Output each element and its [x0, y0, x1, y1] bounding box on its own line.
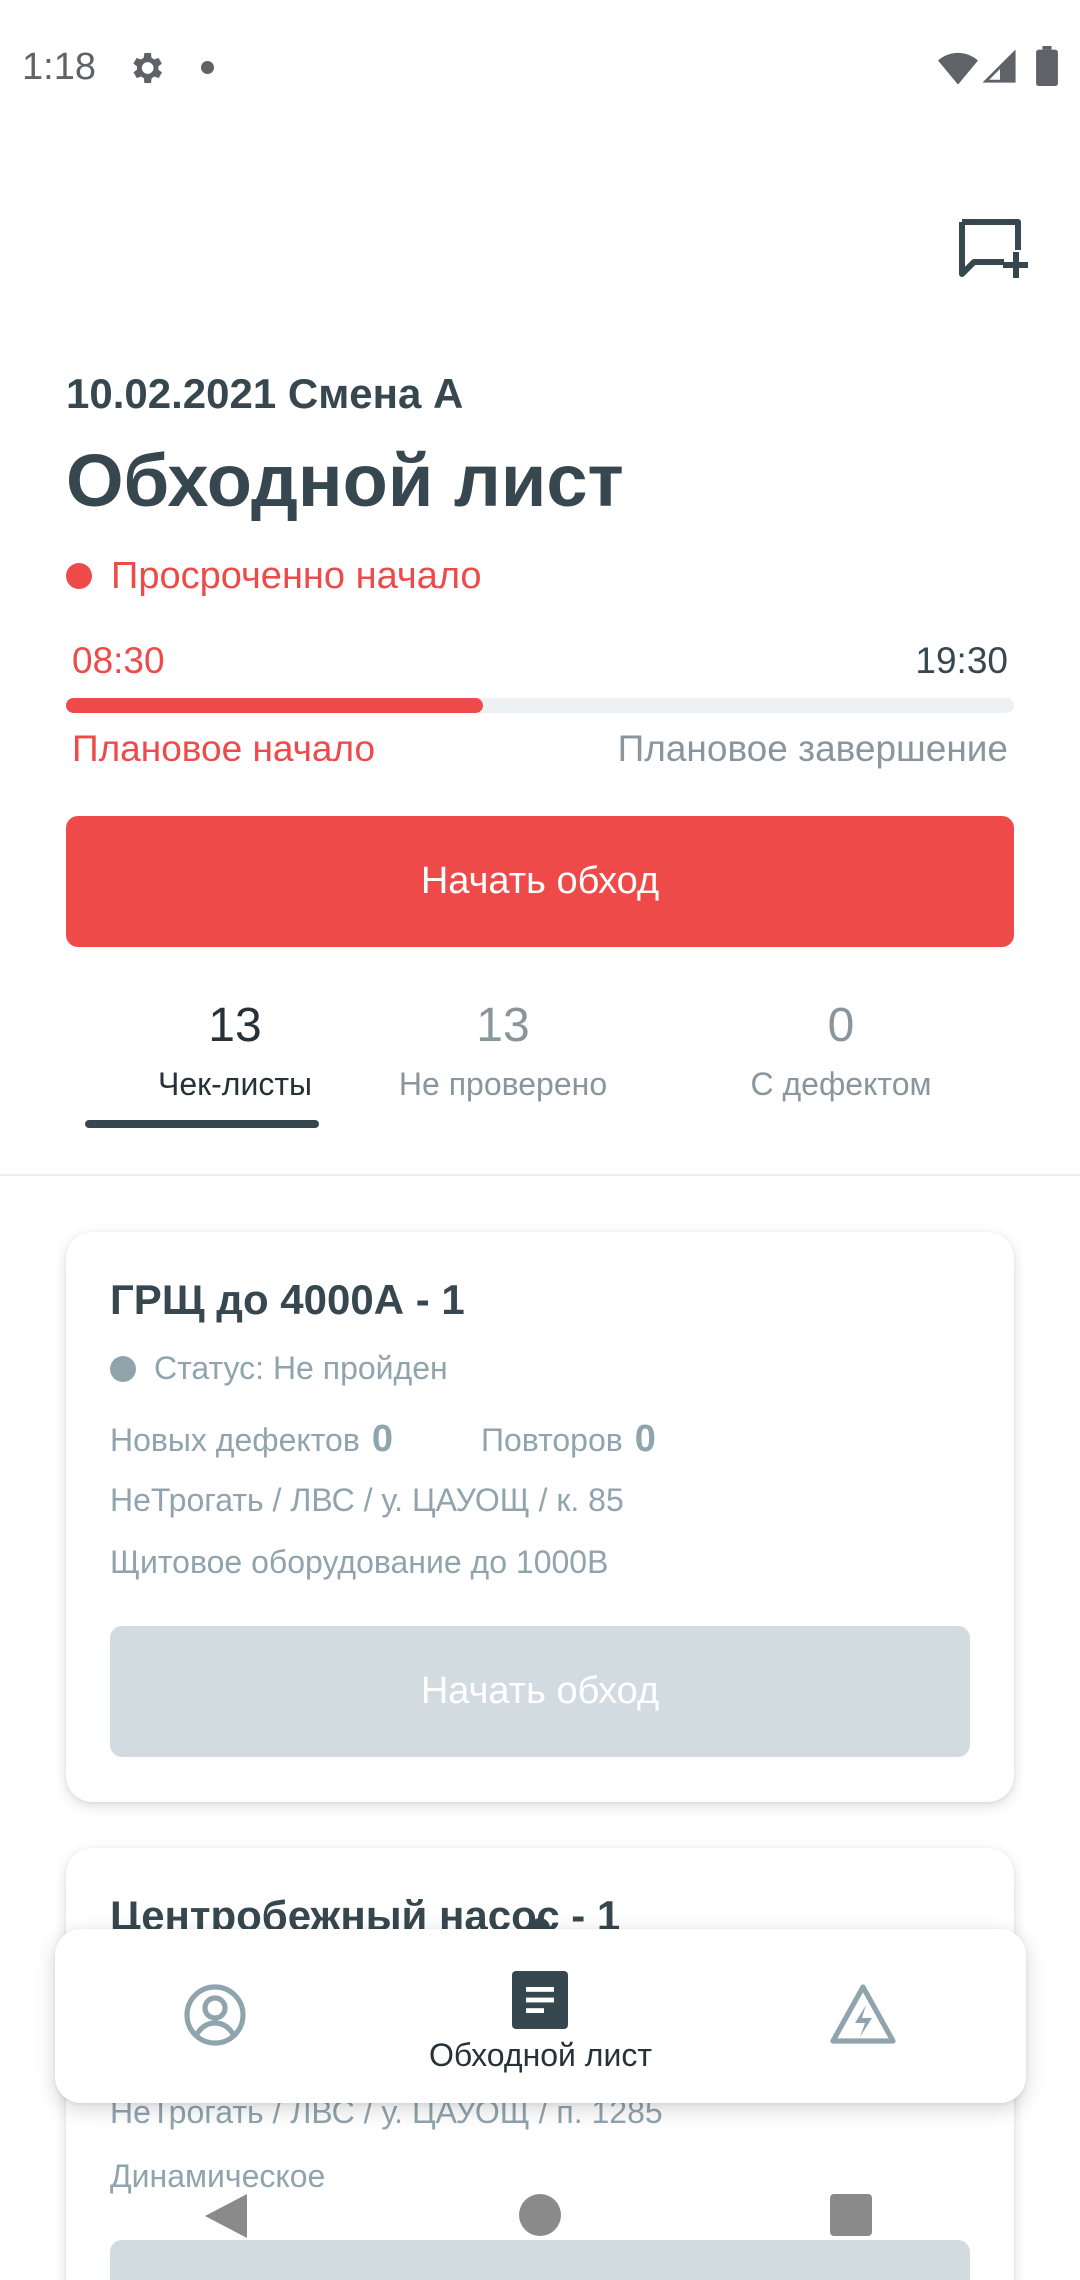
new-defects-count: 0	[371, 1418, 393, 1460]
status-time: 1:18	[22, 46, 96, 88]
checklist-card[interactable]: ГРЩ до 4000А - 1 Статус: Не пройден Новы…	[66, 1232, 1014, 1802]
wifi-icon	[938, 52, 978, 85]
time-progress-fill	[66, 698, 484, 713]
recent-apps-icon[interactable]	[830, 2194, 872, 2236]
overdue-status: Просроченно начало	[66, 553, 482, 599]
planned-end-time: 19:30	[915, 640, 1008, 681]
back-icon[interactable]	[205, 2194, 247, 2238]
settings-icon	[133, 53, 162, 83]
status-dot-icon	[66, 563, 92, 589]
add-comment-icon[interactable]	[958, 218, 1028, 280]
card-status-text: Статус: Не пройден	[154, 1350, 448, 1386]
active-tab-indicator	[85, 1120, 319, 1128]
status-dot-icon	[110, 1355, 136, 1382]
tab-with-defect[interactable]: 0 С дефектом	[672, 996, 1010, 1103]
planned-start-label: Плановое начало	[72, 728, 376, 769]
notification-dot-icon	[201, 61, 214, 74]
time-progress-bar	[66, 698, 1014, 713]
battery-icon	[1036, 46, 1058, 86]
tab-with-defect-label: С дефектом	[750, 1066, 932, 1102]
sheet-icon[interactable]	[512, 1971, 568, 2029]
card-start-round-button[interactable]: Начать обход	[110, 1626, 970, 1757]
status-bar: 1:18	[0, 0, 1080, 136]
start-round-button[interactable]: Начать обход	[66, 816, 1014, 947]
bottom-navigation: Обходной лист	[55, 1929, 1026, 2103]
card-equipment-type: Щитовое оборудование до 1000В	[110, 1544, 609, 1580]
repeats-label: Повторов	[480, 1422, 623, 1458]
card-status: Статус: Не пройден	[110, 1350, 448, 1387]
page-title: Обходной лист	[66, 439, 624, 522]
card-location-path: НеТрогать / ЛВС / у. ЦАУОЩ / к. 85	[110, 1482, 624, 1518]
tab-not-checked-count: 13	[476, 999, 530, 1052]
tab-not-checked[interactable]: 13 Не проверено	[334, 996, 672, 1103]
signal-icon	[983, 50, 1016, 83]
divider	[0, 1174, 1080, 1176]
planned-end-label: Плановое завершение	[617, 728, 1008, 769]
planned-start-time: 08:30	[72, 640, 165, 681]
tab-with-defect-count: 0	[827, 999, 855, 1052]
home-icon[interactable]	[519, 2194, 561, 2236]
warning-icon[interactable]	[829, 1983, 897, 2047]
new-defects-label: Новых дефектов	[110, 1422, 360, 1458]
filter-tabs: 13 Чек-листы 13 Не проверено 0 С дефекто…	[66, 996, 1080, 1136]
card-start-round-button[interactable]	[110, 2240, 970, 2280]
status-text: Просроченно начало	[111, 554, 482, 597]
card-defect-stats: Новых дефектов 0 Повторов 0	[110, 1418, 656, 1461]
shift-title: 10.02.2021 Смена А	[66, 370, 464, 417]
card-title: ГРЩ до 4000А - 1	[110, 1276, 465, 1323]
system-navigation-bar	[0, 2186, 1080, 2246]
tab-not-checked-label: Не проверено	[398, 1066, 608, 1102]
repeats-count: 0	[634, 1418, 656, 1460]
